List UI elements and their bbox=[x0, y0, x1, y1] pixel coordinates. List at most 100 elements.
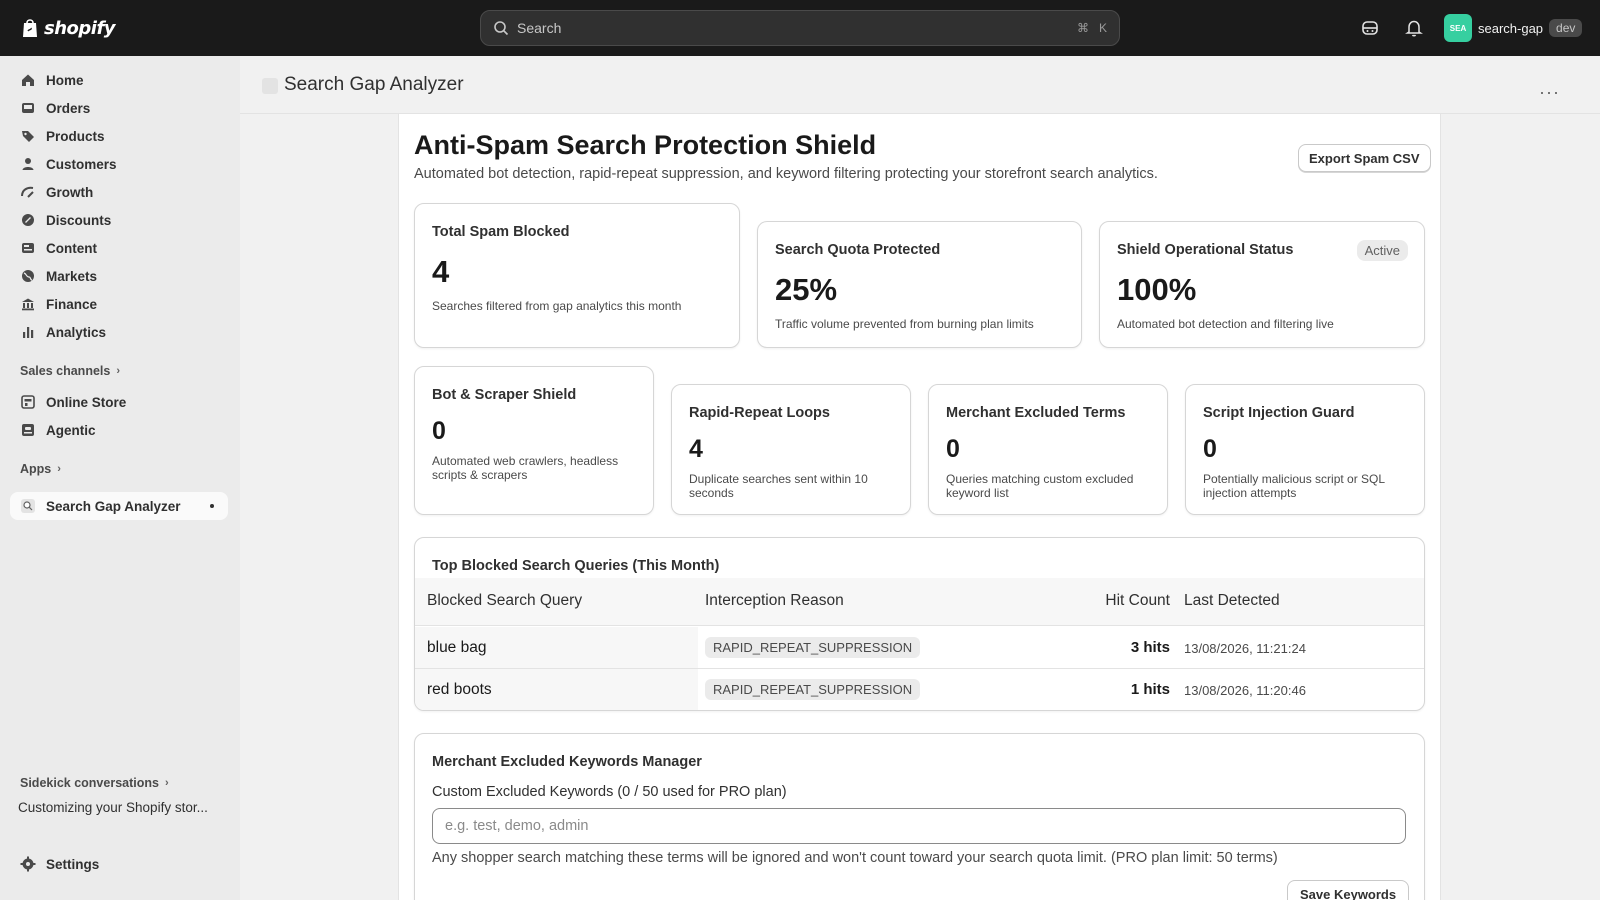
stat-value: 4 bbox=[432, 254, 450, 289]
sidebar-item-label: Finance bbox=[46, 296, 98, 312]
store-name: search-gap bbox=[1478, 20, 1544, 36]
globe-icon bbox=[22, 270, 34, 282]
gear-icon bbox=[20, 856, 36, 872]
home-icon bbox=[22, 74, 34, 86]
search-placeholder: Search bbox=[517, 20, 562, 36]
column-header-query[interactable]: Blocked Search Query bbox=[427, 592, 582, 610]
sidebar-item-label: Markets bbox=[46, 268, 98, 284]
global-search[interactable]: Search ⌘ K bbox=[480, 10, 1120, 46]
stat-card-rapid-repeat: Rapid-Repeat Loops 4 Duplicate searches … bbox=[671, 384, 911, 515]
stat-description: Duplicate searches sent within 10 second… bbox=[689, 472, 868, 500]
dashboard-subheading: Automated bot detection, rapid-repeat su… bbox=[414, 166, 1158, 182]
content-icon bbox=[22, 243, 34, 253]
stat-description: Automated web crawlers, headless scripts… bbox=[432, 454, 619, 482]
column-header-reason[interactable]: Interception Reason bbox=[705, 592, 844, 610]
person-icon bbox=[22, 158, 34, 170]
sidekick-icon[interactable] bbox=[1360, 18, 1380, 38]
stat-title: Rapid-Repeat Loops bbox=[689, 405, 830, 421]
app-magnifier-icon bbox=[21, 499, 35, 513]
sales-channels-header[interactable]: Sales channels › bbox=[20, 364, 120, 378]
keywords-field-label: Custom Excluded Keywords (0 / 50 used fo… bbox=[432, 784, 787, 800]
stat-value: 4 bbox=[689, 435, 703, 463]
stat-value: 0 bbox=[432, 417, 446, 445]
sidebar-item-discounts[interactable]: Discounts bbox=[10, 206, 228, 234]
top-bar: shopify Search ⌘ K SEA search-gap dev bbox=[0, 0, 1600, 56]
sidebar-item-analytics[interactable]: Analytics bbox=[10, 318, 228, 346]
sidebar-item-home[interactable]: Home bbox=[10, 66, 228, 94]
table-row[interactable]: red boots RAPID_REPEAT_SUPPRESSION 1 hit… bbox=[415, 669, 1424, 710]
save-keywords-button[interactable]: Save Keywords bbox=[1287, 880, 1410, 900]
export-spam-csv-button[interactable]: Export Spam CSV bbox=[1298, 144, 1431, 172]
sidebar-item-markets[interactable]: Markets bbox=[10, 262, 228, 290]
search-icon bbox=[494, 21, 509, 36]
pin-dot-icon bbox=[210, 504, 214, 508]
bell-icon[interactable] bbox=[1404, 18, 1424, 38]
sidebar-item-orders[interactable]: Orders bbox=[10, 94, 228, 122]
table-row[interactable]: blue bag RAPID_REPEAT_SUPPRESSION 3 hits… bbox=[415, 627, 1424, 669]
table-title: Top Blocked Search Queries (This Month) bbox=[432, 558, 720, 574]
app-magnifier-icon bbox=[262, 78, 278, 94]
sidebar-item-products[interactable]: Products bbox=[10, 122, 228, 150]
table-body: blue bag RAPID_REPEAT_SUPPRESSION 3 hits… bbox=[415, 627, 1424, 710]
discount-icon bbox=[22, 214, 34, 226]
sidekick-conversations-header[interactable]: Sidekick conversations › bbox=[20, 776, 169, 790]
excluded-keywords-input[interactable] bbox=[432, 808, 1406, 844]
page-header: Search Gap Analyzer ··· bbox=[240, 56, 1600, 114]
stat-description: Traffic volume prevented from burning pl… bbox=[775, 317, 1034, 331]
store-icon bbox=[21, 395, 35, 409]
keywords-help-text: Any shopper search matching these terms … bbox=[432, 850, 1278, 866]
store-dev-badge: dev bbox=[1549, 19, 1583, 37]
sidebar-item-label: Agentic bbox=[46, 422, 96, 438]
sidebar-item-search-gap-analyzer[interactable]: Search Gap Analyzer bbox=[10, 492, 228, 520]
sidebar: Home Orders Products Customers Growth Discoun… bbox=[0, 56, 240, 900]
sidebar-item-label: Online Store bbox=[46, 394, 127, 410]
store-switcher[interactable]: SEA search-gap dev bbox=[1444, 14, 1583, 42]
growth-icon bbox=[21, 186, 34, 198]
keywords-title: Merchant Excluded Keywords Manager bbox=[432, 754, 702, 770]
sidebar-item-label: Settings bbox=[46, 856, 100, 872]
sidebar-item-online-store[interactable]: Online Store bbox=[10, 388, 228, 416]
reason-badge: RAPID_REPEAT_SUPPRESSION bbox=[705, 637, 921, 658]
sidebar-item-growth[interactable]: Growth bbox=[10, 178, 228, 206]
tag-icon bbox=[22, 131, 34, 142]
sidebar-item-label: Home bbox=[46, 72, 84, 88]
reason-badge: RAPID_REPEAT_SUPPRESSION bbox=[705, 679, 921, 700]
bank-icon bbox=[22, 298, 34, 311]
chevron-right-icon: › bbox=[116, 365, 120, 377]
last-detected: 13/08/2026, 11:21:24 bbox=[1184, 641, 1306, 656]
sidebar-item-label: Content bbox=[46, 240, 97, 256]
sidebar-item-settings[interactable]: Settings bbox=[10, 850, 228, 878]
sidebar-item-agentic[interactable]: Agentic bbox=[10, 416, 228, 444]
stat-value: 100% bbox=[1117, 272, 1197, 307]
last-detected: 13/08/2026, 11:20:46 bbox=[1184, 683, 1306, 698]
sidebar-item-label: Discounts bbox=[46, 212, 112, 228]
stat-card-total-spam: Total Spam Blocked 4 Searches filtered f… bbox=[414, 203, 740, 348]
page-title: Search Gap Analyzer bbox=[284, 74, 464, 95]
apps-header[interactable]: Apps › bbox=[20, 462, 61, 476]
stat-title: Shield Operational Status bbox=[1117, 242, 1294, 258]
column-header-hits[interactable]: Hit Count bbox=[1105, 592, 1170, 610]
sidekick-conversation-item[interactable]: Customizing your Shopify stor... bbox=[18, 800, 228, 815]
sidebar-item-finance[interactable]: Finance bbox=[10, 290, 228, 318]
sidebar-item-content[interactable]: Content bbox=[10, 234, 228, 262]
stat-title: Bot & Scraper Shield bbox=[432, 387, 577, 403]
stat-title: Script Injection Guard bbox=[1203, 405, 1355, 421]
stat-value: 0 bbox=[946, 435, 960, 463]
sidebar-item-customers[interactable]: Customers bbox=[10, 150, 228, 178]
shopify-logo[interactable]: shopify bbox=[20, 14, 116, 42]
stat-description: Automated bot detection and filtering li… bbox=[1117, 317, 1334, 331]
agentic-icon bbox=[22, 424, 34, 436]
bar-chart-icon bbox=[23, 327, 34, 338]
column-header-last[interactable]: Last Detected bbox=[1184, 592, 1280, 610]
query-cell: red boots bbox=[415, 669, 698, 710]
logo-text: shopify bbox=[44, 17, 116, 39]
stat-value: 25% bbox=[775, 272, 838, 307]
excluded-keywords-card: Merchant Excluded Keywords Manager Custo… bbox=[414, 733, 1425, 900]
chevron-right-icon: › bbox=[164, 777, 169, 789]
stat-card-bot-scraper: Bot & Scraper Shield 0 Automated web cra… bbox=[414, 366, 654, 515]
more-actions-icon[interactable]: ··· bbox=[1539, 82, 1560, 103]
stat-title: Total Spam Blocked bbox=[432, 224, 570, 240]
status-badge: Active bbox=[1356, 240, 1408, 261]
sidebar-item-label: Search Gap Analyzer bbox=[46, 498, 181, 514]
dashboard-heading: Anti-Spam Search Protection Shield bbox=[414, 130, 877, 160]
